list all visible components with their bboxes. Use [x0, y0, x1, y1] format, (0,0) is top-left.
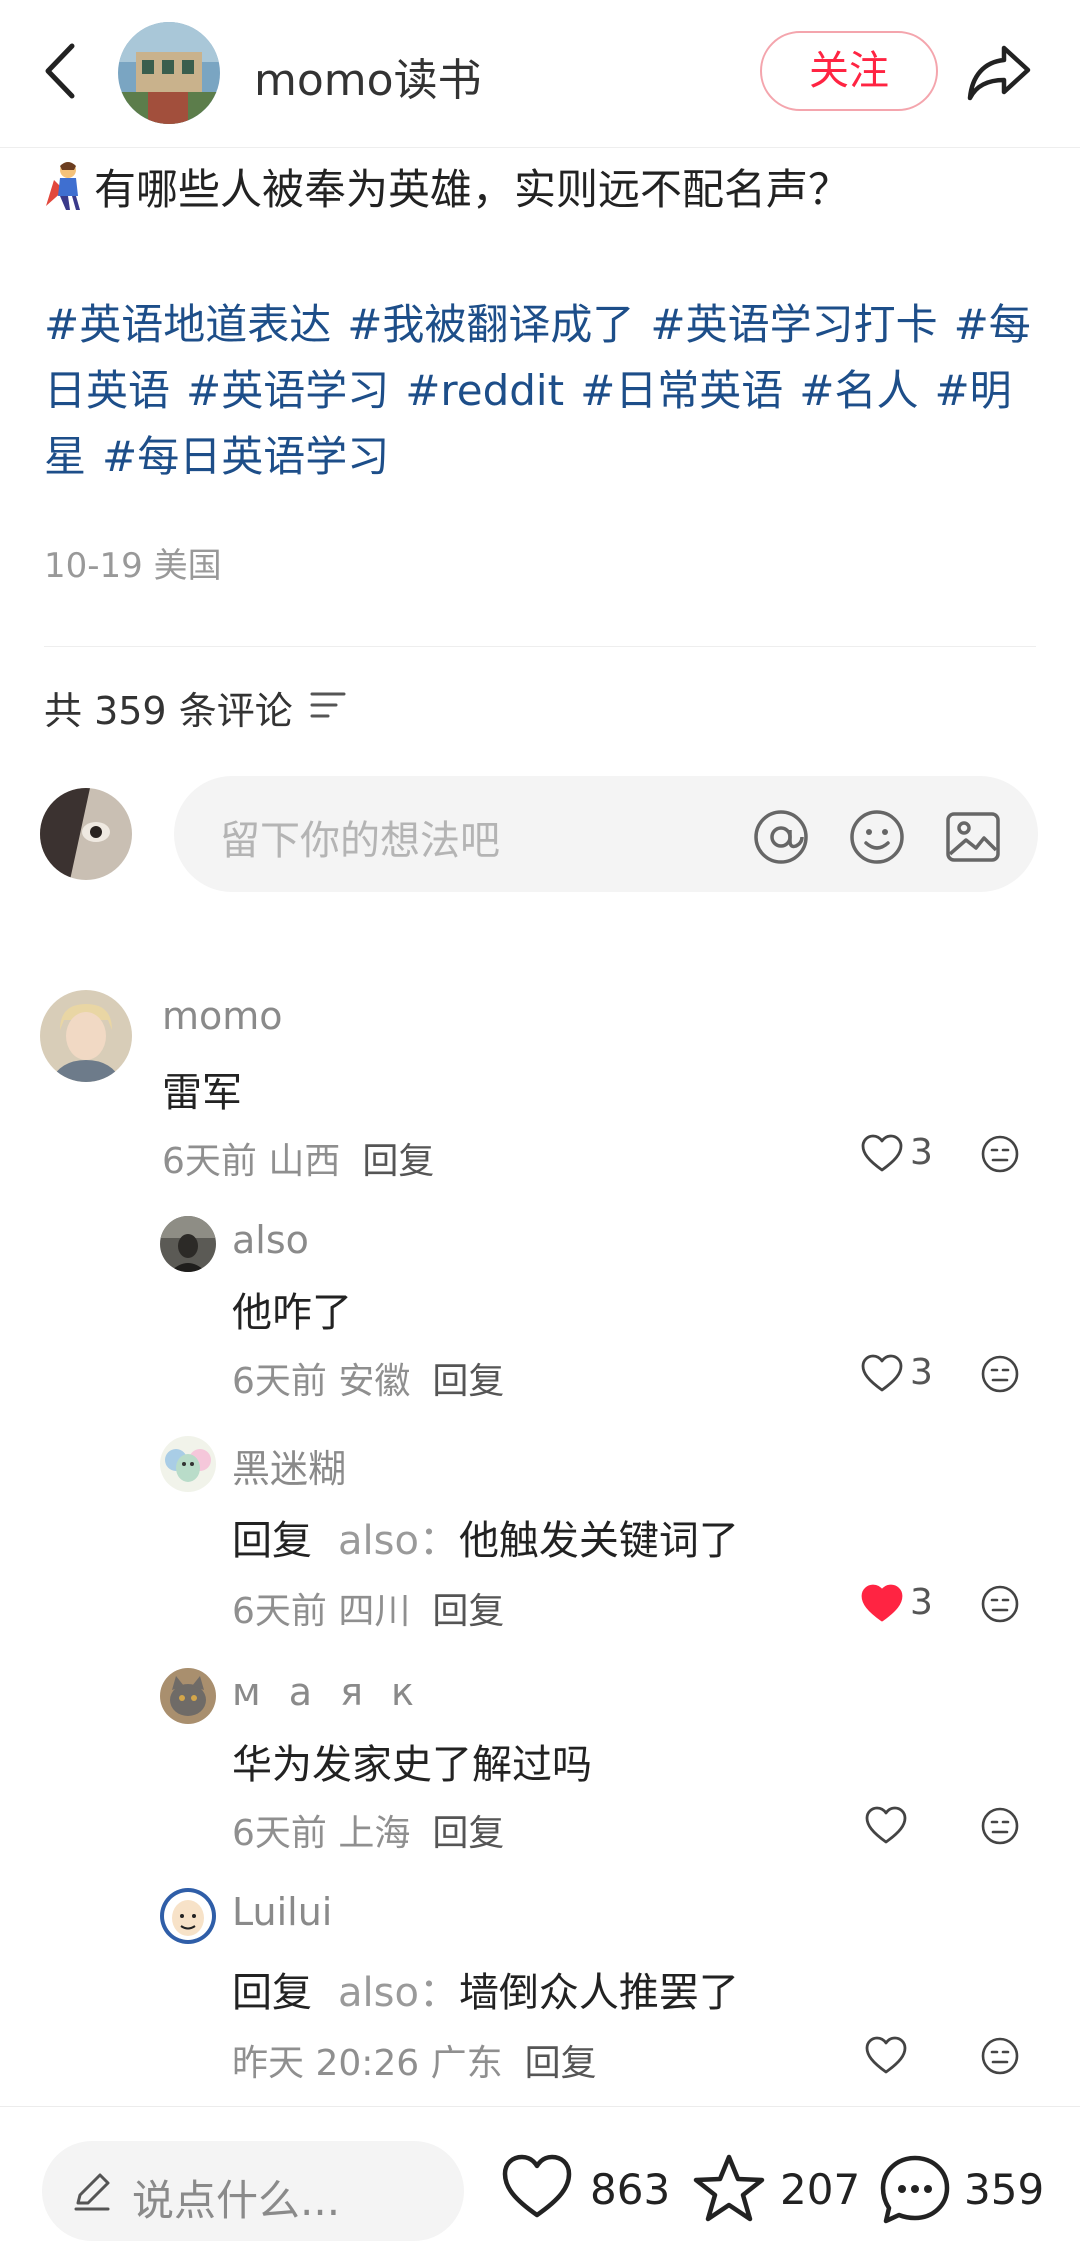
reply-prefix: 回复 [232, 1518, 312, 1564]
comment-options-icon[interactable] [980, 1584, 1020, 1624]
reply-prefix: 回复 [232, 1970, 312, 2016]
like-count: 3 [910, 1582, 933, 1623]
reply-button[interactable]: 回复 [362, 1141, 434, 1182]
tag-link[interactable]: #英语地道表达 [44, 300, 331, 349]
comment-meta: 6天前 四川 回复 [232, 1582, 504, 1634]
heart-icon[interactable] [864, 2036, 908, 2076]
commenter-name[interactable]: Luilui [232, 1890, 332, 1934]
commenter-name[interactable]: м а я к [232, 1670, 422, 1714]
top-bar: momo读书 关注 [0, 0, 1080, 148]
collect-star-icon[interactable] [692, 2153, 766, 2223]
bottom-input-placeholder: 说点什么... [132, 2176, 341, 2225]
bottom-comment-input[interactable]: 说点什么... [42, 2141, 464, 2241]
pen-icon [74, 2173, 110, 2211]
comment-text: 回复 also：墙倒众人推罢了 [232, 1960, 739, 2018]
comment-time-location: 6天前 上海 [232, 1813, 411, 1854]
comment-text: 他咋了 [232, 1290, 352, 1336]
comment-body: 他触发关键词了 [458, 1518, 739, 1564]
commenter-avatar[interactable] [160, 1216, 216, 1272]
heart-icon[interactable] [864, 1806, 908, 1846]
comment-options-icon[interactable] [980, 1806, 1020, 1846]
comment-count: 共 359 条评论 [44, 689, 293, 733]
tag-list: #英语地道表达 #我被翻译成了 #英语学习打卡 #每日英语 #英语学习 #reddit #日… [44, 292, 1044, 490]
author-avatar[interactable] [118, 22, 220, 124]
reply-target-user[interactable]: also： [338, 1518, 459, 1564]
comment-meta: 6天前 山西 回复 [162, 1132, 434, 1184]
commenter-avatar[interactable] [40, 990, 132, 1082]
reply-button[interactable]: 回复 [525, 2043, 597, 2084]
author-name[interactable]: momo读书 [254, 44, 482, 108]
reply-button[interactable]: 回复 [432, 1361, 504, 1402]
reply-button[interactable]: 回复 [432, 1813, 504, 1854]
tag-link[interactable]: #英语学习打卡 [650, 300, 937, 349]
like-heart-icon[interactable] [500, 2153, 574, 2221]
comment-text: 回复 also：他触发关键词了 [232, 1508, 739, 1566]
comment-time-location: 6天前 四川 [232, 1591, 411, 1632]
comment-options-icon[interactable] [980, 1354, 1020, 1394]
comment-bubble-icon[interactable] [878, 2153, 952, 2227]
post-title-text: 有哪些人被奉为英雄，实则远不配名声？ [94, 165, 851, 214]
commenter-avatar[interactable] [160, 1668, 216, 1724]
like-count-total: 863 [590, 2165, 671, 2214]
tag-link[interactable]: #日常英语 [580, 366, 783, 415]
comment-options-icon[interactable] [980, 2036, 1020, 2076]
comment-meta: 6天前 安徽 回复 [232, 1352, 504, 1404]
comment-options-icon[interactable] [980, 1134, 1020, 1174]
tag-link[interactable]: #每日英语学习 [102, 432, 389, 481]
like-count: 3 [910, 1352, 933, 1393]
superhero-emoji-icon [46, 162, 80, 210]
heart-filled-icon[interactable] [860, 1584, 904, 1624]
emoji-icon[interactable] [848, 808, 906, 866]
image-icon[interactable] [944, 808, 1002, 866]
commenter-name[interactable]: momo [162, 994, 283, 1038]
collect-count: 207 [780, 2165, 861, 2214]
comment-count-total: 359 [964, 2165, 1045, 2214]
back-arrow-icon[interactable] [36, 36, 86, 106]
heart-icon[interactable] [860, 1134, 904, 1174]
commenter-name[interactable]: 黑迷糊 [232, 1438, 346, 1493]
bottom-action-bar: 说点什么... 863 207 359 [0, 2106, 1080, 2268]
my-avatar[interactable] [40, 788, 132, 880]
comment-time-location: 6天前 山西 [162, 1141, 341, 1182]
divider [44, 646, 1036, 647]
commenter-avatar[interactable] [160, 1888, 216, 1944]
tag-link[interactable]: #英语学习 [186, 366, 389, 415]
comment-body: 墙倒众人推罢了 [458, 1970, 739, 2016]
comment-meta: 6天前 上海 回复 [232, 1804, 504, 1856]
heart-icon[interactable] [860, 1354, 904, 1394]
post-title: 有哪些人被奉为英雄，实则远不配名声？ [44, 160, 1044, 220]
commenter-name[interactable]: also [232, 1218, 309, 1262]
mention-icon[interactable] [752, 808, 810, 866]
tag-link[interactable]: #我被翻译成了 [347, 300, 634, 349]
comment-meta: 昨天 20:26 广东 回复 [232, 2034, 597, 2086]
comment-input-placeholder: 留下你的想法吧 [220, 818, 500, 864]
comment-time-location: 昨天 20:26 广东 [232, 2043, 503, 2084]
like-count: 3 [910, 1132, 933, 1173]
tag-link[interactable]: #名人 [799, 366, 918, 415]
share-icon[interactable] [964, 40, 1034, 104]
comment-time-location: 6天前 安徽 [232, 1361, 411, 1402]
reply-button[interactable]: 回复 [432, 1591, 504, 1632]
tag-link[interactable]: #reddit [405, 366, 564, 415]
post-meta: 10-19 美国 [44, 546, 222, 586]
comment-text: 华为发家史了解过吗 [232, 1742, 592, 1788]
commenter-avatar[interactable] [160, 1436, 216, 1492]
sort-filter-icon[interactable] [310, 690, 346, 720]
comment-input[interactable]: 留下你的想法吧 [174, 776, 1038, 892]
comment-text: 雷军 [162, 1070, 242, 1116]
follow-button[interactable]: 关注 [760, 31, 938, 111]
reply-target-user[interactable]: also： [338, 1970, 459, 2016]
